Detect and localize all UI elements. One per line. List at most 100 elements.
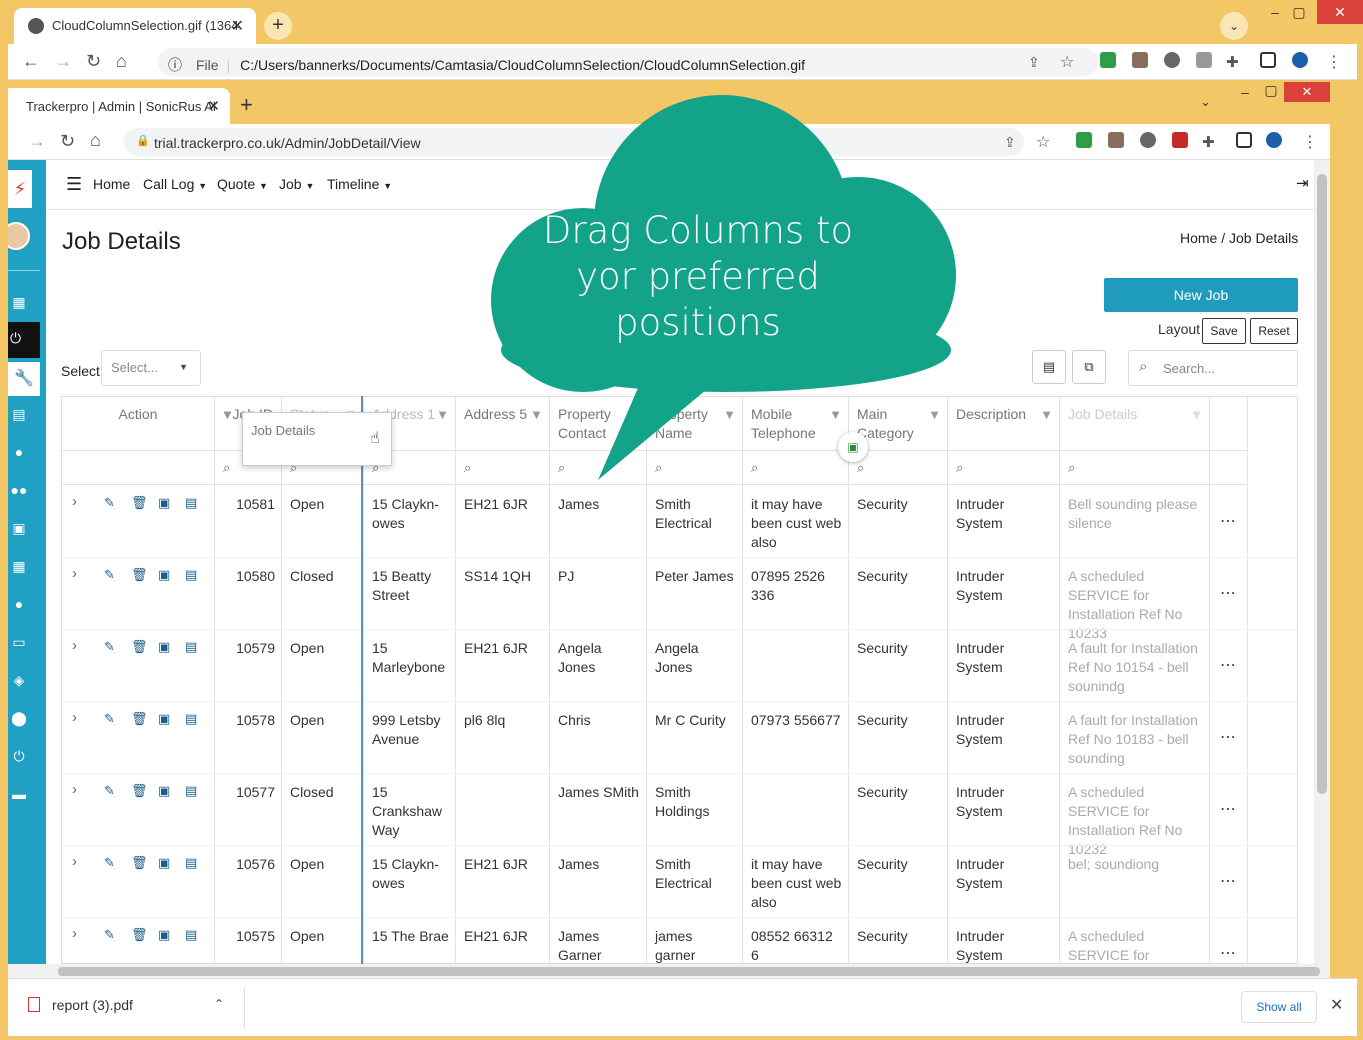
close-icon[interactable]: ✕ — [1330, 995, 1343, 1015]
filter-row-cell[interactable]: ⌕ — [1060, 451, 1209, 485]
calendar-icon[interactable]: ▣ — [158, 855, 170, 871]
forward-icon[interactable]: → — [28, 131, 46, 152]
maximize-icon[interactable]: ▢ — [1284, 4, 1314, 22]
column-header[interactable]: Job Details ▼ — [1060, 397, 1209, 451]
reload-icon[interactable]: ↻ — [60, 131, 75, 152]
extension-icon[interactable] — [1140, 132, 1156, 148]
extension-icon[interactable] — [1164, 52, 1180, 68]
column-header[interactable] — [1210, 397, 1247, 451]
chevron-up-icon[interactable]: ⌃ — [214, 997, 224, 1011]
row-more-icon[interactable]: ⋯ — [1220, 799, 1237, 819]
filter-icon[interactable]: ▼ — [1190, 405, 1203, 424]
delete-icon[interactable]: 🗑 — [131, 711, 148, 727]
row-more-icon[interactable]: ⋯ — [1220, 943, 1237, 963]
inner-browser-tab[interactable]: Trackerpro | Admin | SonicRus Al ✕ — [8, 88, 230, 124]
calendar-icon[interactable]: ▣ — [158, 567, 170, 583]
menu-dots-icon[interactable]: ⋮ — [1326, 52, 1342, 72]
edit-icon[interactable]: ✎ — [104, 783, 115, 799]
logout-icon[interactable]: ⇥ — [1296, 174, 1309, 192]
pdf-extension-icon[interactable] — [1172, 132, 1188, 148]
search-input[interactable]: ⌕ Search... — [1128, 350, 1298, 386]
new-tab-button[interactable]: + — [240, 92, 253, 118]
pdf-icon[interactable]: ▤ — [185, 567, 197, 583]
delete-icon[interactable]: 🗑 — [131, 567, 148, 583]
user-settings-icon[interactable]: ● — [8, 596, 30, 614]
calendar-icon[interactable]: ▣ — [158, 783, 170, 799]
close-icon[interactable]: ✕ — [231, 16, 244, 36]
row-more-icon[interactable]: ⋯ — [1220, 583, 1237, 603]
new-job-button[interactable]: New Job — [1104, 278, 1298, 312]
delete-icon[interactable]: 🗑 — [131, 855, 148, 871]
expand-row-icon[interactable]: › — [72, 709, 77, 726]
edit-icon[interactable]: ✎ — [104, 495, 115, 511]
filter-icon[interactable]: ▼ — [221, 405, 234, 424]
sidebar-item-active[interactable]: ⏻ — [8, 322, 40, 358]
sidepanel-icon[interactable] — [1236, 132, 1252, 148]
menu-dots-icon[interactable]: ⋮ — [1302, 132, 1318, 152]
filter-row-cell[interactable] — [62, 451, 214, 485]
delete-icon[interactable]: 🗑 — [131, 783, 148, 799]
filter-row-cell[interactable] — [1210, 451, 1247, 485]
map-icon[interactable]: ◈ — [8, 672, 30, 690]
window-close-button[interactable]: ✕ — [1284, 82, 1330, 102]
nav-call-log[interactable]: Call Log ▼ — [143, 176, 207, 192]
sidepanel-icon[interactable] — [1260, 52, 1276, 68]
calendar-icon[interactable]: ▣ — [158, 711, 170, 727]
outer-browser-tab[interactable]: CloudColumnSelection.gif (1364 ✕ — [14, 8, 256, 44]
expand-row-icon[interactable]: › — [72, 925, 77, 942]
calculator-icon[interactable]: ▤ — [8, 406, 30, 424]
layout-save-button[interactable]: Save — [1202, 318, 1246, 344]
home-icon[interactable]: ⌂ — [116, 51, 127, 72]
share-icon[interactable]: ⇪ — [1004, 134, 1016, 151]
extension-icon[interactable] — [1108, 132, 1124, 148]
row-more-icon[interactable]: ⋯ — [1220, 727, 1237, 747]
nav-job[interactable]: Job ▼ — [279, 176, 314, 192]
outer-url-field[interactable]: ⓘ File | C:/Users/bannerks/Documents/Camta… — [158, 48, 1098, 76]
horizontal-scroll-thumb[interactable] — [58, 967, 1320, 976]
extension-icon[interactable] — [1132, 52, 1148, 68]
avatar[interactable] — [8, 222, 30, 250]
grid-icon[interactable]: ▦ — [8, 294, 30, 312]
forward-icon[interactable]: → — [54, 51, 72, 72]
calendar-icon[interactable]: ▣ — [8, 520, 30, 538]
row-more-icon[interactable]: ⋯ — [1220, 511, 1237, 531]
row-more-icon[interactable]: ⋯ — [1220, 655, 1237, 675]
new-tab-button[interactable]: + — [264, 12, 292, 40]
column-header[interactable]: Description ▼ — [948, 397, 1059, 451]
calendar-icon[interactable]: ▣ — [158, 927, 170, 943]
pdf-icon[interactable]: ▤ — [185, 639, 197, 655]
breadcrumb[interactable]: Home / Job Details — [1180, 230, 1298, 246]
export-excel-button[interactable]: ▤ — [1032, 350, 1066, 384]
extension-icon[interactable] — [1196, 52, 1212, 68]
chevron-down-icon[interactable]: ⌄ — [1220, 12, 1248, 40]
column-chooser-button[interactable]: ⧉ — [1072, 350, 1106, 384]
download-item[interactable]: report (3).pdf — [28, 997, 133, 1013]
home-icon[interactable]: ⌂ — [90, 130, 101, 151]
delete-icon[interactable]: 🗑 — [131, 495, 148, 511]
nav-home[interactable]: Home — [93, 176, 130, 192]
show-all-button[interactable]: Show all — [1241, 991, 1317, 1023]
maximize-icon[interactable]: ▢ — [1256, 82, 1286, 100]
nav-timeline[interactable]: Timeline ▼ — [327, 176, 392, 192]
edit-icon[interactable]: ✎ — [104, 567, 115, 583]
extension-icon[interactable] — [1076, 132, 1092, 148]
edit-icon[interactable]: ✎ — [104, 711, 115, 727]
nav-quote[interactable]: Quote ▼ — [217, 176, 268, 192]
pdf-icon[interactable]: ▤ — [185, 927, 197, 943]
users-icon[interactable]: ●● — [8, 482, 30, 500]
share-icon[interactable]: ⇪ — [1028, 54, 1040, 71]
expand-row-icon[interactable]: › — [72, 493, 77, 510]
pdf-icon[interactable]: ▤ — [185, 711, 197, 727]
chevron-down-icon[interactable]: ⌄ — [1200, 94, 1211, 110]
reload-icon[interactable]: ↻ — [86, 51, 101, 72]
user-icon[interactable]: ● — [8, 444, 30, 462]
toolbox-icon[interactable]: ▬ — [8, 786, 30, 804]
vertical-scrollbar[interactable] — [1314, 160, 1330, 964]
row-more-icon[interactable]: ⋯ — [1220, 871, 1237, 891]
puzzle-icon[interactable]: ✚ — [1226, 53, 1239, 71]
window-close-button[interactable]: ✕ — [1317, 0, 1363, 24]
plug-icon[interactable]: ⏻ — [8, 748, 30, 766]
edit-icon[interactable]: ✎ — [104, 927, 115, 943]
expand-row-icon[interactable]: › — [72, 781, 77, 798]
calendar-icon[interactable]: ▣ — [158, 495, 170, 511]
